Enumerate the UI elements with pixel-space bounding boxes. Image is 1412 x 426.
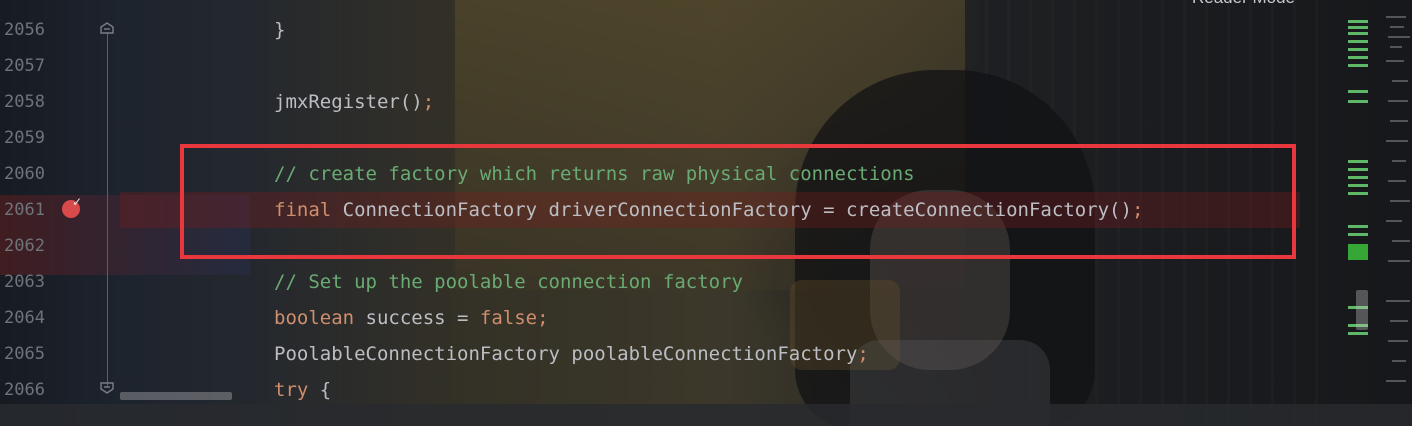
reader-mode-button[interactable]: Reader Mode <box>1192 0 1295 8</box>
stripe-mark[interactable] <box>1348 244 1368 260</box>
code-text: PoolableConnectionFactory poolableConnec… <box>274 343 869 365</box>
code-text: } <box>274 19 286 41</box>
minimap-line <box>1390 120 1408 122</box>
stripe-mark[interactable] <box>1348 20 1368 23</box>
stripe-mark[interactable] <box>1348 100 1368 103</box>
minimap-line <box>1392 240 1410 242</box>
check-icon: ✓ <box>1340 0 1353 5</box>
line-number: 2063 <box>4 272 45 292</box>
minimap-line <box>1390 26 1404 28</box>
line-number: 2058 <box>4 92 45 112</box>
line-number: 2057 <box>4 56 45 76</box>
minimap-line <box>1388 260 1410 262</box>
stripe-mark[interactable] <box>1348 160 1368 163</box>
vertical-scrollbar-thumb[interactable] <box>1356 290 1368 330</box>
minimap-line <box>1392 160 1406 162</box>
code-comment: // Set up the poolable connection factor… <box>274 264 743 300</box>
stripe-mark[interactable] <box>1348 32 1368 35</box>
minimap-line <box>1392 80 1408 82</box>
fold-icon[interactable] <box>100 22 114 34</box>
code-text: try { <box>274 379 332 401</box>
stripe-mark[interactable] <box>1348 40 1368 43</box>
line-gutter[interactable]: 2056 2057 2058 2059 2060 2061 2062 2063 … <box>0 0 120 426</box>
code-line: boolean success = false; <box>274 300 549 336</box>
minimap-line <box>1386 16 1406 18</box>
line-number: 2061 <box>4 200 45 220</box>
line-number: 2062 <box>4 236 45 256</box>
minimap-line <box>1390 46 1402 48</box>
stripe-mark[interactable] <box>1348 176 1368 179</box>
breakpoint-check-icon: ✓ <box>72 195 83 209</box>
stripe-mark[interactable] <box>1348 184 1368 187</box>
minimap-line <box>1392 360 1406 362</box>
line-number: 2056 <box>4 20 45 40</box>
stripe-mark[interactable] <box>1348 48 1368 51</box>
code-text: // Set up the poolable connection factor… <box>274 271 743 293</box>
stripe-mark[interactable] <box>1348 64 1368 67</box>
stripe-mark[interactable] <box>1348 233 1368 236</box>
minimap-line <box>1386 60 1404 62</box>
stripe-mark[interactable] <box>1348 90 1368 93</box>
code-line: } <box>274 12 285 48</box>
minimap-line <box>1386 380 1406 382</box>
status-strip <box>0 404 1412 426</box>
line-number: 2060 <box>4 164 45 184</box>
code-line: jmxRegister(); <box>274 84 434 120</box>
minimap-line <box>1386 220 1402 222</box>
stripe-mark[interactable] <box>1348 332 1368 335</box>
line-number: 2064 <box>4 308 45 328</box>
line-number: 2066 <box>4 380 45 400</box>
minimap-line <box>1386 140 1408 142</box>
minimap-line <box>1390 200 1410 202</box>
line-number: 2065 <box>4 344 45 364</box>
minimap-line <box>1388 100 1408 102</box>
annotation-highlight-box <box>180 144 1296 259</box>
code-line: PoolableConnectionFactory poolableConnec… <box>274 336 869 372</box>
code-text: boolean success = false; <box>274 307 549 329</box>
stripe-mark[interactable] <box>1348 26 1368 29</box>
minimap-line <box>1388 180 1406 182</box>
stripe-mark[interactable] <box>1348 192 1368 195</box>
stripe-mark[interactable] <box>1348 168 1368 171</box>
minimap-line <box>1388 340 1408 342</box>
fold-guide <box>107 32 108 387</box>
stripe-mark[interactable] <box>1348 56 1368 59</box>
code-text: jmxRegister(); <box>274 91 435 113</box>
code-line: try { <box>274 372 331 408</box>
stripe-mark[interactable] <box>1348 225 1368 228</box>
minimap-line <box>1388 36 1410 38</box>
fold-icon[interactable] <box>100 382 114 394</box>
line-number: 2059 <box>4 128 45 148</box>
horizontal-scrollbar-thumb[interactable] <box>120 392 232 400</box>
minimap-line <box>1390 320 1408 322</box>
minimap-line <box>1386 300 1410 302</box>
minimap[interactable] <box>1380 0 1412 426</box>
